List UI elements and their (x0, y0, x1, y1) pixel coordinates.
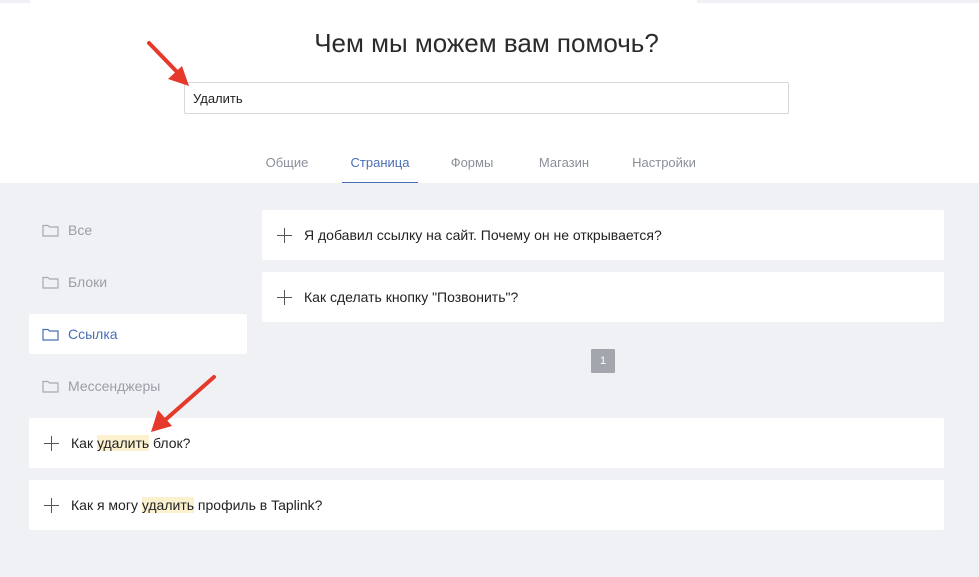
faq-item-text: Я добавил ссылку на сайт. Почему он не о… (304, 227, 662, 243)
faq-item-text: Как сделать кнопку "Позвонить"? (304, 289, 519, 305)
sidebar-item-label: Все (68, 222, 93, 238)
search-result-item[interactable]: Как я могу удалить профиль в Taplink? (29, 480, 944, 530)
faq-item[interactable]: Я добавил ссылку на сайт. Почему он не о… (262, 210, 944, 260)
tab-forms[interactable]: Формы (442, 143, 502, 183)
search-highlight: удалить (96, 435, 150, 451)
tab-settings[interactable]: Настройки (624, 143, 704, 183)
tab-page[interactable]: Страница (342, 143, 418, 183)
folder-icon (42, 224, 59, 237)
sidebar-item-messengers[interactable]: Мессенджеры (29, 366, 247, 406)
tab-shop[interactable]: Магазин (530, 143, 598, 183)
folder-icon (42, 276, 59, 289)
sidebar-item-all[interactable]: Все (29, 210, 247, 250)
folder-icon (42, 328, 59, 341)
help-header: Чем мы можем вам помочь? Общие Страница … (0, 0, 979, 183)
sidebar-item-label: Блоки (68, 274, 108, 290)
search-result-item[interactable]: Как удалить блок? (29, 418, 944, 468)
sidebar-item-blocks[interactable]: Блоки (29, 262, 247, 302)
search-result-text: Как удалить блок? (71, 435, 191, 451)
tab-general[interactable]: Общие (258, 143, 316, 183)
faq-item[interactable]: Как сделать кнопку "Позвонить"? (262, 272, 944, 322)
pagination-page[interactable]: 1 (591, 349, 615, 373)
folder-icon (42, 380, 59, 393)
sidebar-item-label: Ссылка (68, 326, 118, 342)
sidebar-item-label: Мессенджеры (68, 378, 161, 394)
page-title: Чем мы можем вам помочь? (314, 28, 659, 58)
plus-icon (277, 289, 292, 305)
search-result-text: Как я могу удалить профиль в Taplink? (71, 497, 323, 513)
top-strip (0, 0, 979, 3)
search-highlight: удалить (141, 497, 195, 513)
plus-icon (44, 435, 59, 451)
search-input[interactable] (184, 82, 789, 114)
category-tabs: Общие Страница Формы Магазин Настройки (0, 143, 979, 183)
plus-icon (44, 497, 59, 513)
plus-icon (277, 227, 292, 243)
sidebar-item-link[interactable]: Ссылка (29, 314, 247, 354)
